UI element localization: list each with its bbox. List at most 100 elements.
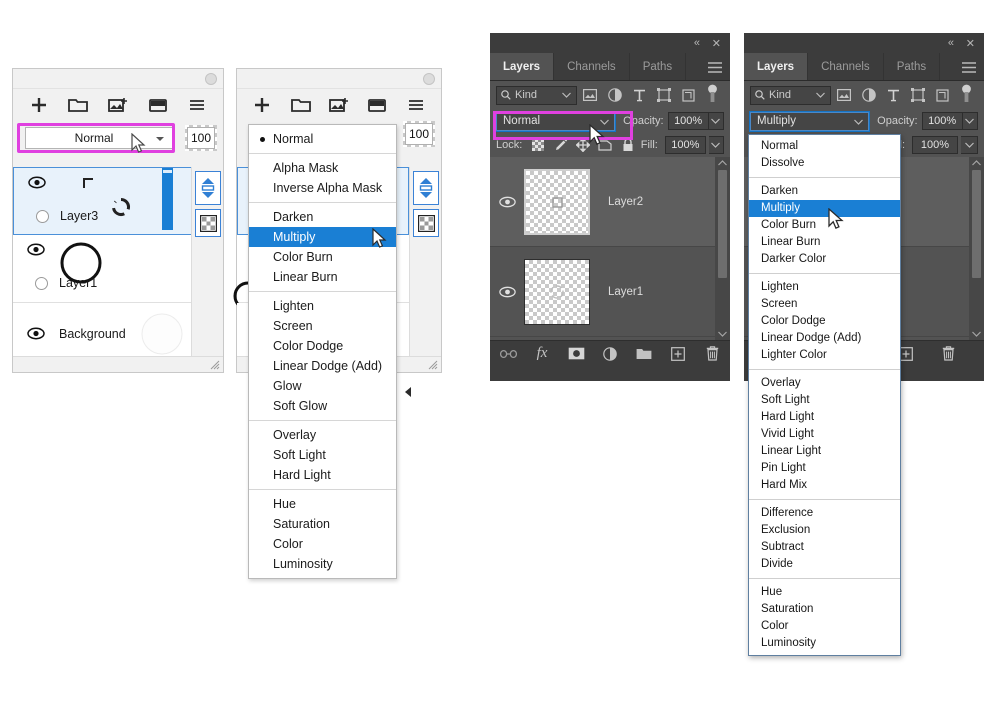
table-row[interactable]: Layer2 [490,157,730,247]
table-row[interactable]: Layer1 [490,247,730,337]
tab-paths[interactable]: Paths [883,53,941,80]
menu-item-hard-mix[interactable]: Hard Mix [749,477,900,494]
add-mask-icon[interactable] [566,344,586,364]
menu-item-pin-light[interactable]: Pin Light [749,460,900,477]
blend-mode-dropdown-menu[interactable]: Normal Dissolve Darken Multiply Color Bu… [748,134,901,656]
adjustment-layer-icon[interactable] [600,344,620,364]
new-image-layer-icon[interactable] [98,91,138,119]
new-layer-icon[interactable] [668,344,688,364]
tab-paths[interactable]: Paths [629,53,687,80]
menu-item-hue[interactable]: Hue [249,494,396,514]
opacity-input[interactable]: 100% [667,112,709,130]
collapse-icon[interactable]: « [948,37,954,49]
resize-grip-icon[interactable] [210,360,220,370]
smartobject-filter-icon[interactable] [931,85,954,105]
menu-item-hue[interactable]: Hue [749,584,900,601]
menu-item-color[interactable]: Color [249,534,396,554]
tab-channels[interactable]: Channels [554,53,630,80]
scroll-down-icon[interactable] [972,331,981,337]
panel-menu-icon[interactable] [397,91,435,119]
collapse-arrow-icon[interactable] [402,385,414,399]
menu-item-darker-color[interactable]: Darker Color [749,251,900,268]
fill-input[interactable]: 100% [912,136,958,154]
layer-thumbnail[interactable] [524,168,590,235]
scroll-up-icon[interactable] [718,160,727,166]
lock-image-pixels-icon[interactable] [551,135,570,155]
panel-menu-icon[interactable] [962,62,976,73]
menu-item-vivid-light[interactable]: Vivid Light [749,426,900,443]
fill-stepper-icon[interactable] [961,136,978,154]
layer-transparency-icon[interactable] [195,209,221,237]
delete-layer-icon[interactable] [938,344,958,364]
menu-item-saturation[interactable]: Saturation [249,514,396,534]
scroll-down-icon[interactable] [718,331,727,337]
blend-mode-select[interactable]: Multiply [748,110,871,132]
visibility-eye-icon[interactable] [27,243,45,261]
menu-item-saturation[interactable]: Saturation [749,601,900,618]
menu-item-difference[interactable]: Difference [749,505,900,522]
menu-item-lighten[interactable]: Lighten [749,279,900,296]
menu-item-soft-glow[interactable]: Soft Glow [249,396,396,416]
mask-icon[interactable] [138,91,178,119]
fill-input[interactable]: 100% [664,136,706,154]
menu-item-color-dodge[interactable]: Color Dodge [749,313,900,330]
panel-menu-icon[interactable] [708,62,722,73]
close-icon[interactable]: ✕ [712,37,721,50]
scroll-up-icon[interactable] [972,160,981,166]
lock-transparent-pixels-icon[interactable] [528,135,547,155]
menu-item-multiply[interactable]: Multiply [749,200,900,217]
adjustment-filter-icon[interactable] [603,85,626,105]
new-group-icon[interactable] [634,344,654,364]
menu-item-darken[interactable]: Darken [749,183,900,200]
menu-item-normal[interactable]: Normal [249,129,396,149]
collapse-icon[interactable]: « [694,37,700,49]
visibility-eye-icon[interactable] [28,176,46,194]
opacity-input[interactable]: 100 [187,127,215,149]
pixel-filter-icon[interactable] [833,85,856,105]
scrollbar-thumb[interactable] [972,170,981,278]
opacity-input[interactable]: 100% [921,112,963,130]
opacity-input[interactable]: 100 [405,123,433,145]
new-folder-icon[interactable] [59,91,99,119]
menu-item-screen[interactable]: Screen [249,316,396,336]
menu-item-color-burn[interactable]: Color Burn [749,217,900,234]
menu-item-linear-burn[interactable]: Linear Burn [249,267,396,287]
menu-item-linear-dodge-add[interactable]: Linear Dodge (Add) [749,330,900,347]
new-layer-icon[interactable] [19,91,59,119]
tab-channels[interactable]: Channels [808,53,884,80]
close-icon[interactable]: ✕ [966,37,975,50]
layer-select-radio[interactable] [35,277,48,290]
shape-filter-icon[interactable] [652,85,675,105]
tab-layers[interactable]: Layers [744,53,809,80]
delete-layer-icon[interactable] [702,344,722,364]
type-filter-icon[interactable] [882,85,905,105]
lock-all-icon[interactable] [618,135,637,155]
menu-item-linear-dodge-add[interactable]: Linear Dodge (Add) [249,356,396,376]
panel3-layer-list[interactable]: Layer2 Layer1 [490,157,730,340]
filter-toggle-icon[interactable] [955,84,978,105]
layer-select-radio[interactable] [36,210,49,223]
scrollbar-thumb[interactable] [718,170,727,278]
menu-item-darken[interactable]: Darken [249,207,396,227]
new-layer-icon[interactable] [243,91,281,119]
smartobject-filter-icon[interactable] [677,85,700,105]
menu-item-color[interactable]: Color [749,618,900,635]
filter-kind-select[interactable]: Kind [750,85,831,105]
filter-kind-select[interactable]: Kind [496,85,577,105]
menu-item-soft-light[interactable]: Soft Light [749,392,900,409]
menu-item-hard-light[interactable]: Hard Light [249,465,396,485]
layer-order-updown-icon[interactable] [195,171,221,205]
menu-item-overlay[interactable]: Overlay [249,425,396,445]
menu-item-soft-light[interactable]: Soft Light [249,445,396,465]
menu-item-hard-light[interactable]: Hard Light [749,409,900,426]
layer-list-scrollbar[interactable] [715,157,730,340]
menu-item-color-burn[interactable]: Color Burn [249,247,396,267]
menu-item-linear-burn[interactable]: Linear Burn [749,234,900,251]
link-layers-icon[interactable] [498,344,518,364]
menu-item-color-dodge[interactable]: Color Dodge [249,336,396,356]
panel-menu-icon[interactable] [177,91,217,119]
filter-toggle-icon[interactable] [701,84,724,105]
visibility-eye-icon[interactable] [490,286,524,298]
menu-item-divide[interactable]: Divide [749,556,900,573]
layer-order-updown-icon[interactable] [413,171,439,205]
